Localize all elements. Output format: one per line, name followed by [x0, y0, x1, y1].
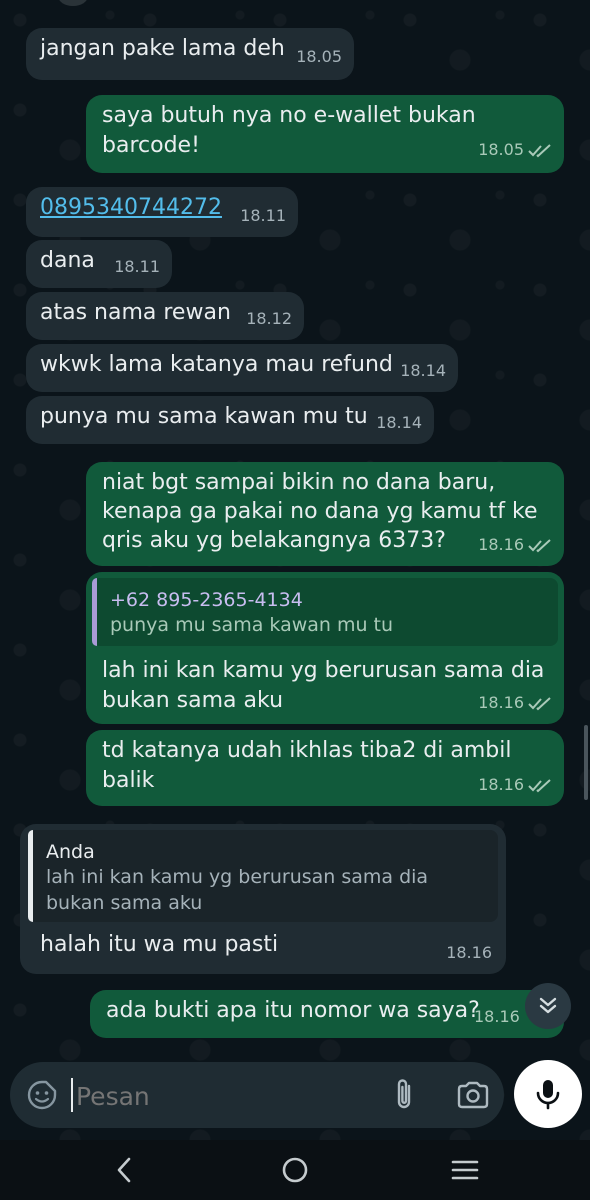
- message-time: 18.14: [400, 361, 446, 380]
- message-time: 18.16: [478, 770, 552, 800]
- message-bubble-incoming[interactable]: dana 18.11: [26, 240, 172, 288]
- message-bubble-outgoing[interactable]: td katanya udah ikhlas tiba2 di ambil ba…: [86, 730, 564, 806]
- message-text: jangan pake lama deh: [40, 36, 285, 61]
- double-check-icon: [528, 696, 551, 710]
- message-bubble-outgoing[interactable]: +62 895-2365-4134 punya mu sama kawan mu…: [86, 572, 564, 724]
- message-bubble-outgoing[interactable]: niat bgt sampai bikin no dana baru, kena…: [86, 462, 564, 566]
- message-text: wkwk lama katanya mau refund: [40, 352, 393, 377]
- message-text: halah itu wa mu pasti: [40, 932, 279, 957]
- message-text: punya mu sama kawan mu tu: [40, 404, 368, 429]
- double-check-icon: [528, 778, 551, 792]
- scroll-to-bottom-button[interactable]: [525, 983, 571, 1029]
- nav-recents-button[interactable]: [445, 1152, 485, 1188]
- message-time: 18.05: [478, 135, 552, 165]
- message-time: 18.16: [474, 1007, 520, 1026]
- message-bubble-outgoing[interactable]: ada bukti apa itu nomor wa saya? 18.16: [90, 990, 564, 1038]
- nav-back-button[interactable]: [104, 1152, 144, 1188]
- three-lines-icon: [451, 1160, 479, 1180]
- nav-home-button[interactable]: [275, 1152, 315, 1188]
- message-bubble-incoming[interactable]: 0895340744272 18.11: [26, 187, 298, 237]
- quoted-reply[interactable]: +62 895-2365-4134 punya mu sama kawan mu…: [92, 578, 558, 646]
- message-time-value: 18.16: [478, 775, 524, 794]
- message-bubble-outgoing[interactable]: saya butuh nya no e-wallet bukan barcode…: [86, 95, 564, 173]
- scrollbar[interactable]: [584, 725, 588, 800]
- circle-home-icon: [282, 1157, 308, 1183]
- paperclip-icon[interactable]: [390, 1078, 420, 1112]
- message-time: 18.16: [478, 530, 552, 560]
- quoted-reply[interactable]: Anda lah ini kan kamu yg berurusan sama …: [28, 830, 498, 922]
- double-check-icon: [528, 538, 551, 552]
- message-time-value: 18.05: [478, 140, 524, 159]
- quoted-sender: Anda: [46, 841, 95, 863]
- message-bubble-incoming[interactable]: jangan pake lama deh 18.05: [26, 28, 354, 80]
- message-input[interactable]: [74, 1074, 378, 1118]
- quoted-text: punya mu sama kawan mu tu: [110, 614, 394, 636]
- double-chevron-down-icon: [539, 997, 557, 1014]
- chat-area[interactable]: jangan pake lama deh 18.05 saya butuh ny…: [0, 0, 590, 1140]
- text-cursor: [71, 1078, 73, 1112]
- message-time-value: 18.16: [478, 693, 524, 712]
- message-time: 18.11: [114, 257, 160, 276]
- microphone-icon: [536, 1080, 560, 1110]
- message-time: 18.05: [296, 47, 342, 66]
- avatar: [58, 0, 88, 6]
- camera-icon[interactable]: [456, 1081, 490, 1109]
- message-bubble-incoming[interactable]: punya mu sama kawan mu tu 18.14: [26, 396, 434, 444]
- quoted-text: lah ini kan kamu yg berurusan sama dia b…: [46, 866, 429, 914]
- quoted-sender: +62 895-2365-4134: [110, 589, 303, 611]
- voice-message-button[interactable]: [514, 1060, 582, 1128]
- message-time: 18.16: [446, 943, 492, 962]
- message-time: 18.11: [240, 206, 286, 225]
- message-bubble-incoming[interactable]: wkwk lama katanya mau refund 18.14: [26, 344, 458, 392]
- chevron-left-icon: [117, 1157, 131, 1183]
- message-time: 18.12: [246, 309, 292, 328]
- message-time-value: 18.16: [478, 535, 524, 554]
- message-time: 18.14: [376, 413, 422, 432]
- sticker-smile-icon[interactable]: [26, 1079, 58, 1111]
- message-composer[interactable]: [10, 1062, 504, 1128]
- message-time: 18.16: [478, 688, 552, 718]
- message-bubble-incoming[interactable]: atas nama rewan 18.12: [26, 292, 304, 340]
- double-check-icon: [528, 143, 551, 157]
- message-bubble-incoming[interactable]: Anda lah ini kan kamu yg berurusan sama …: [20, 824, 506, 974]
